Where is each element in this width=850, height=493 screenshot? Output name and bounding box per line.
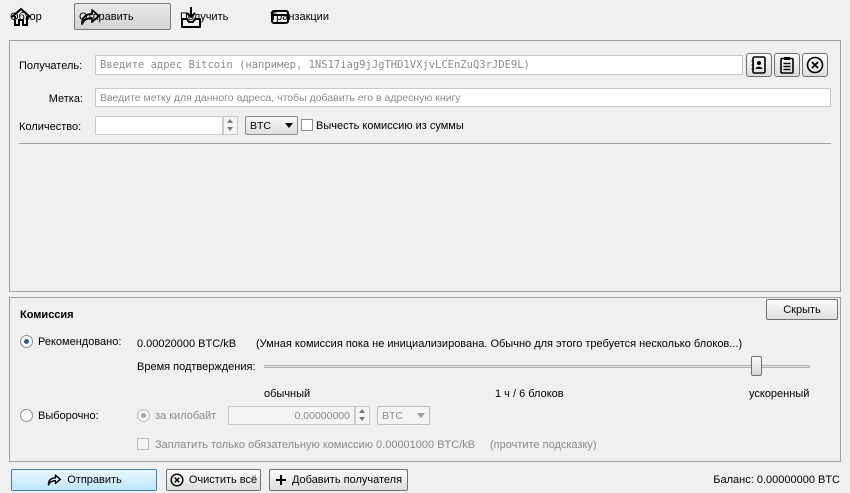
custom-fee-spinner[interactable]	[355, 406, 370, 425]
min-fee-label[interactable]: Заплатить только обязательную комиссию 0…	[155, 439, 475, 451]
label-label: Метка:	[48, 93, 83, 105]
spin-up-icon[interactable]	[224, 117, 237, 125]
send-button-label: Отправить	[67, 474, 122, 486]
hide-fee-button-label: Скрыть	[783, 303, 821, 316]
min-fee-checkbox[interactable]	[137, 438, 149, 450]
recommended-label[interactable]: Рекомендовано:	[38, 336, 121, 348]
tab-overview-label: Обзор	[10, 10, 42, 23]
custom-unit-select[interactable]: BTC	[377, 406, 430, 425]
custom-fee-radio[interactable]	[20, 409, 33, 422]
balance-label: Баланс: 0.00000000 BTC	[713, 474, 840, 486]
recommended-fee-value: 0.00020000 BTC/kB	[137, 338, 237, 350]
custom-unit-select-value: BTC	[382, 409, 403, 422]
address-book-button[interactable]	[746, 53, 772, 77]
custom-fee-label[interactable]: Выборочно:	[38, 410, 99, 422]
paste-button[interactable]	[774, 53, 800, 77]
clipboard-icon	[780, 56, 794, 74]
add-recipient-button[interactable]: Добавить получателя	[269, 469, 408, 491]
hide-fee-button[interactable]: Скрыть	[766, 299, 838, 320]
recipient-panel	[9, 40, 841, 292]
unit-select[interactable]: BTC	[245, 116, 298, 135]
confirmation-time-label: Время подтверждения:	[137, 361, 256, 373]
amount-label: Количество:	[19, 121, 82, 133]
spin-down-icon[interactable]	[356, 415, 369, 423]
slider-target-label: 1 ч / 6 блоков	[495, 388, 564, 400]
pay-to-input[interactable]: Введите адрес Bitcoin (например, 1NS17ia…	[95, 55, 743, 75]
send-button[interactable]: Отправить	[11, 469, 157, 491]
close-circle-icon	[170, 473, 184, 487]
tab-receive-label: Получить	[180, 10, 229, 23]
label-input[interactable]: Введите метку для данного адреса, чтобы …	[95, 88, 831, 107]
confirmation-slider-track[interactable]	[264, 365, 810, 368]
recommended-radio[interactable]	[20, 335, 33, 348]
chevron-down-icon	[285, 123, 293, 128]
spin-up-icon[interactable]	[356, 407, 369, 415]
read-tooltip-label: (прочтите подсказку)	[490, 439, 597, 451]
remove-recipient-button[interactable]	[802, 53, 828, 77]
add-recipient-button-label: Добавить получателя	[291, 474, 403, 486]
chevron-down-icon	[417, 413, 425, 418]
send-arrow-icon	[46, 473, 62, 487]
custom-fee-input[interactable]: 0.00000000	[228, 406, 355, 425]
amount-spinner[interactable]	[223, 116, 238, 135]
tab-receive[interactable]: Получить	[176, 3, 228, 30]
custom-fee-input-value: 0.00000000	[294, 409, 350, 422]
subtract-fee-label[interactable]: Вычесть комиссию из суммы	[316, 120, 464, 132]
tab-transactions[interactable]: Транзакции	[266, 3, 329, 30]
smart-fee-note: (Умная комиссия пока не инициализирована…	[256, 338, 743, 350]
close-circle-icon	[806, 56, 824, 74]
address-book-icon	[751, 56, 767, 74]
spin-down-icon[interactable]	[224, 125, 237, 133]
per-kb-label[interactable]: за килобайт	[155, 410, 216, 422]
tab-overview[interactable]: Обзор	[6, 3, 42, 30]
unit-select-value: BTC	[250, 119, 271, 132]
divider	[19, 143, 831, 144]
confirmation-slider-handle[interactable]	[750, 356, 762, 376]
clear-all-button[interactable]: Очистить всё	[166, 469, 261, 491]
amount-input[interactable]	[95, 116, 223, 135]
tab-send-label: Отправить	[79, 10, 134, 23]
tab-send[interactable]: Отправить	[74, 3, 171, 30]
clear-all-button-label: Очистить всё	[188, 474, 258, 486]
slider-normal-label: обычный	[264, 388, 311, 400]
subtract-fee-checkbox[interactable]	[301, 119, 313, 131]
fee-title: Комиссия	[20, 309, 74, 321]
fee-panel	[9, 297, 841, 462]
slider-fast-label: ускоренный	[749, 388, 810, 400]
tab-transactions-label: Транзакции	[270, 10, 329, 23]
per-kb-radio[interactable]	[137, 409, 150, 422]
pay-to-label: Получатель:	[19, 60, 83, 72]
plus-icon	[275, 474, 287, 486]
